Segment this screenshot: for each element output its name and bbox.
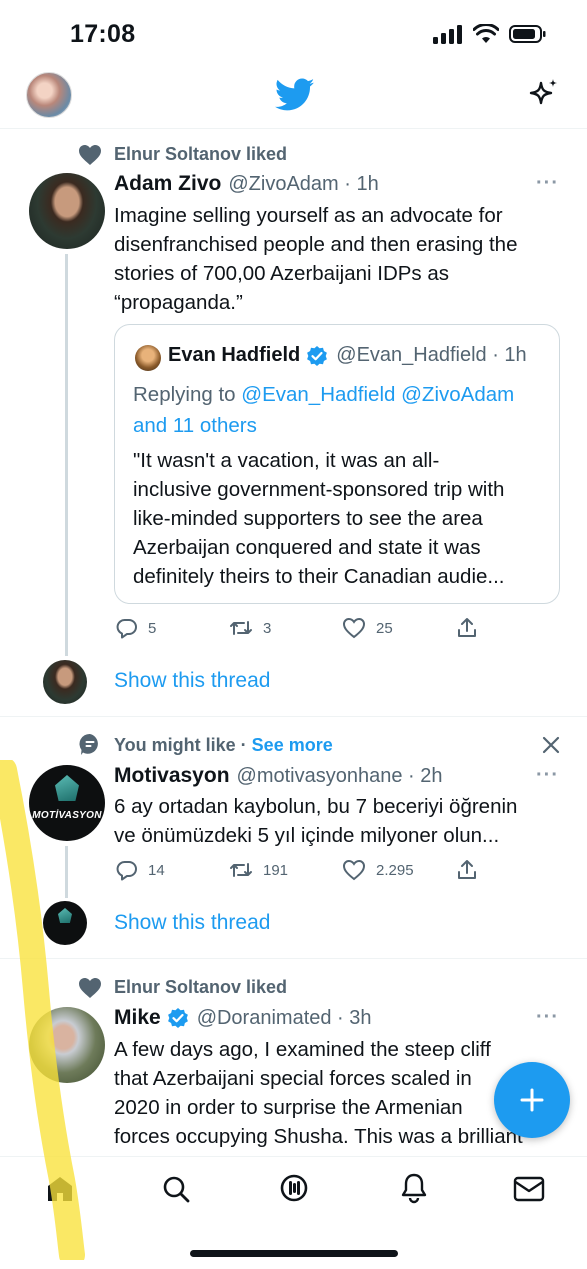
topic-bubble-icon	[79, 733, 98, 755]
like-count: 25	[376, 619, 393, 637]
wifi-icon	[473, 24, 499, 43]
avatar[interactable]: MOTİVASYON	[29, 765, 105, 841]
notifications-bell-icon[interactable]	[399, 1172, 429, 1204]
close-icon[interactable]	[542, 736, 560, 754]
messages-envelope-icon[interactable]	[513, 1175, 545, 1203]
thread-avatar[interactable]	[43, 901, 87, 945]
verified-badge-icon	[307, 345, 328, 366]
author-handle[interactable]: @Doranimated · 3h	[197, 1007, 372, 1030]
more-options-icon[interactable]: ···	[536, 764, 559, 787]
tweet-divider	[0, 958, 587, 959]
thread-line	[65, 254, 68, 656]
show-thread-link[interactable]: Show this thread	[114, 669, 270, 693]
quoted-handle: @Evan_Hadfield · 1h	[336, 344, 527, 366]
tweet-line: Imagine selling yourself as an advocate …	[114, 204, 503, 227]
status-icons	[433, 24, 547, 44]
thread-line	[65, 846, 68, 898]
battery-icon	[509, 25, 546, 43]
tweet-line: disenfranchised people and then erasing …	[114, 233, 518, 256]
quoted-line: "It wasn't a vacation, it was an all-	[133, 449, 440, 472]
home-indicator[interactable]	[190, 1250, 398, 1257]
suggestion-label: You might like ·	[114, 735, 252, 755]
heart-outline-icon	[342, 859, 366, 881]
avatar[interactable]	[29, 1007, 105, 1083]
shark-logo-icon	[55, 775, 79, 801]
verified-badge-icon	[167, 1008, 188, 1028]
author-name[interactable]: Mike	[114, 1006, 161, 1030]
share-icon[interactable]	[456, 859, 478, 881]
twitter-logo-icon[interactable]	[275, 78, 315, 112]
tweet-line: 6 ay ortadan kaybolun, bu 7 beceriyi öğr…	[114, 795, 518, 818]
search-icon[interactable]	[161, 1174, 191, 1204]
compose-tweet-button[interactable]	[494, 1062, 570, 1138]
retweet-button[interactable]: 3	[229, 617, 271, 639]
reply-icon	[116, 619, 137, 639]
like-button[interactable]: 25	[342, 617, 393, 639]
reply-icon	[116, 861, 137, 881]
like-button[interactable]: 2.295	[342, 859, 414, 881]
show-thread-link[interactable]: Show this thread	[114, 911, 270, 935]
tweet-line: ve önümüzdeki 5 yıl içinde milyoner olun…	[114, 824, 500, 847]
more-options-icon[interactable]: ···	[536, 172, 559, 195]
home-icon[interactable]	[45, 1174, 75, 1204]
social-context[interactable]: Elnur Soltanov liked	[114, 977, 287, 998]
replying-others-link[interactable]: and 11 others	[133, 414, 257, 437]
retweet-icon	[230, 621, 252, 635]
tweet-line: forces occupying Shusha. This was a bril…	[114, 1125, 523, 1148]
social-context[interactable]: Elnur Soltanov liked	[114, 144, 287, 165]
author-handle[interactable]: @motivasyonhane · 2h	[237, 765, 443, 788]
author-name[interactable]: Motivasyon	[114, 764, 230, 788]
quoted-line: Azerbaijan conquered and state it was	[133, 536, 481, 559]
reply-button[interactable]: 14	[116, 859, 165, 881]
replying-users-link[interactable]: @Evan_Hadfield @ZivoAdam	[241, 383, 514, 406]
quoted-line: definitely theirs to their Canadian audi…	[133, 565, 505, 588]
profile-avatar[interactable]	[26, 72, 72, 118]
heart-outline-icon	[342, 617, 366, 639]
tweet-header: Motivasyon @motivasyonhane · 2h	[114, 764, 443, 788]
replying-to: Replying to @Evan_Hadfield @ZivoAdam and…	[133, 379, 548, 441]
tweet-header: Adam Zivo @ZivoAdam · 1h	[114, 172, 379, 196]
avatar-brand-text: MOTİVASYON	[32, 810, 102, 821]
tweet-divider	[0, 716, 587, 717]
thread-avatar[interactable]	[43, 660, 87, 704]
shark-logo-icon	[58, 908, 72, 923]
quoted-avatar	[135, 345, 161, 371]
heart-filled-icon	[79, 978, 101, 998]
heart-filled-icon	[79, 145, 101, 165]
tweet-line: stories of 700,00 Azerbaijani IDPs as	[114, 262, 450, 285]
tweet-text: Imagine selling yourself as an advocate …	[114, 201, 564, 317]
retweet-icon	[230, 863, 252, 877]
like-count: 2.295	[376, 861, 414, 879]
sparkle-icon[interactable]	[528, 77, 560, 109]
retweet-count: 191	[263, 861, 289, 879]
spaces-icon[interactable]	[278, 1172, 310, 1204]
quoted-text: "It wasn't a vacation, it was an all- in…	[133, 446, 553, 591]
retweet-count: 3	[263, 619, 272, 637]
plus-icon	[520, 1088, 544, 1112]
status-time: 17:08	[70, 20, 136, 48]
reply-count: 5	[148, 619, 157, 637]
quoted-header: Evan Hadfield @Evan_Hadfield · 1h	[168, 344, 527, 367]
retweet-button[interactable]: 191	[229, 859, 288, 881]
avatar[interactable]	[29, 173, 105, 249]
author-handle[interactable]: @ZivoAdam · 1h	[228, 173, 378, 196]
author-name[interactable]: Adam Zivo	[114, 172, 221, 196]
tweet-text: 6 ay ortadan kaybolun, bu 7 beceriyi öğr…	[114, 792, 564, 850]
reply-count: 14	[148, 861, 165, 879]
quoted-name: Evan Hadfield	[168, 344, 301, 366]
reply-button[interactable]: 5	[116, 617, 156, 639]
quoted-line: like-minded supporters to see the area	[133, 507, 483, 530]
tweet-header: Mike @Doranimated · 3h	[114, 1006, 372, 1030]
signal-icon	[433, 25, 462, 44]
see-more-link[interactable]: See more	[252, 735, 333, 755]
suggestion-context: You might like · See more	[114, 735, 333, 756]
tweet-line: A few days ago, I examined the steep cli…	[114, 1038, 491, 1061]
share-icon[interactable]	[456, 617, 478, 639]
quoted-line: inclusive government-sponsored trip with	[133, 478, 505, 501]
tweet-line: “propaganda.”	[114, 291, 243, 314]
more-options-icon[interactable]: ···	[536, 1006, 559, 1029]
replying-prefix: Replying to	[133, 383, 242, 406]
header-divider	[0, 128, 587, 129]
